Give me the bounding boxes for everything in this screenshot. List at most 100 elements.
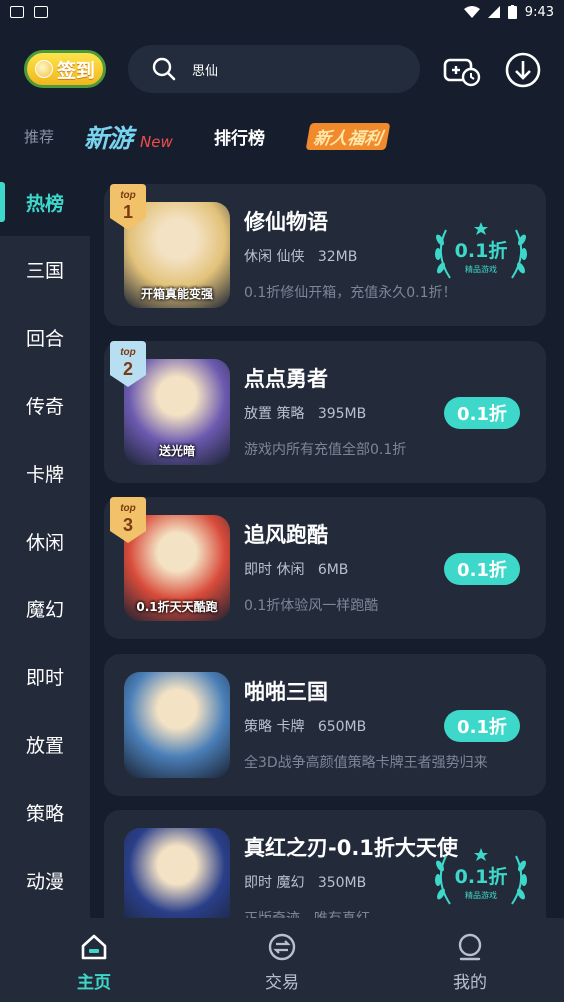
tab-new-games-label: 新游: [84, 124, 133, 153]
thumbnail-caption: 开箱真能变强: [140, 287, 213, 301]
sidebar-item-label: 动漫: [25, 870, 64, 893]
search-icon: [152, 57, 176, 81]
game-card[interactable]: 啪啪三国策略 卡牌 650MB 全3D战争高颜值策略卡牌王者强势归来 0.1折: [104, 654, 546, 796]
sidebar-item[interactable]: 放置: [0, 710, 90, 778]
app-notification-icon: [34, 6, 48, 18]
nav-home[interactable]: 主页: [34, 932, 154, 993]
sidebar-item[interactable]: 回合: [0, 304, 90, 372]
sidebar-item-label: 放置: [25, 734, 64, 757]
discount-value: 0.1折: [457, 717, 507, 738]
game-card[interactable]: 真红之刃-0.1折大天使即时 魔幻 350MB 正版奇迹，唯有真红 0.1折精品游戏: [104, 810, 546, 918]
tab-newbie-benefits[interactable]: 新人福利: [305, 123, 391, 150]
game-description: 0.1折修仙开箱，充值永久0.1折！: [244, 285, 457, 301]
home-icon: [81, 934, 107, 960]
sidebar-item-label: 回合: [25, 328, 64, 351]
sidebar-item-label: 策略: [25, 802, 64, 825]
thumbnail-caption: 0.1折天天酷跑: [136, 600, 218, 614]
tab-new-games[interactable]: 新游 New: [84, 119, 173, 155]
nav-home-label: 主页: [77, 973, 111, 993]
sidebar-item[interactable]: 传奇: [0, 371, 90, 439]
game-card[interactable]: 开箱真能变强 top 1 修仙物语休闲 仙侠 32MB 0.1折修仙开箱，充值永久0.1…: [104, 184, 546, 326]
game-title: 追风跑酷: [244, 523, 328, 547]
discount-pill[interactable]: 0.1折: [444, 397, 520, 429]
discount-pill[interactable]: 0.1折: [444, 710, 520, 742]
sidebar-item-label: 即时: [25, 667, 64, 690]
profile-icon: [458, 933, 482, 961]
active-indicator: [0, 182, 5, 222]
status-time: 9:43: [524, 4, 554, 20]
sidebar-item[interactable]: 策略: [0, 778, 90, 846]
game-size: 32MB: [317, 249, 358, 265]
sidebar-item[interactable]: 休闲: [0, 507, 90, 575]
content-area: 热榜 三国回合传奇卡牌休闲魔幻即时放置策略动漫 开箱真能变强 top 1 修仙物语休闲 …: [0, 168, 564, 918]
sidebar-item[interactable]: 动漫: [0, 846, 90, 914]
rank-top-label: top: [120, 347, 136, 358]
premium-label: 精品游戏: [465, 891, 497, 900]
game-title: 真红之刃-0.1折大天使: [244, 836, 458, 860]
sidebar-item-label: 魔幻: [25, 599, 64, 622]
premium-label: 精品游戏: [465, 265, 497, 274]
download-icon[interactable]: [503, 50, 543, 90]
game-meta: 休闲 仙侠 32MB: [244, 246, 357, 266]
rank-number: 3: [123, 515, 133, 535]
sidebar-item[interactable]: 魔幻: [0, 575, 90, 643]
discount-value: 0.1折: [457, 560, 507, 581]
game-tags: 策略 卡牌: [244, 719, 305, 735]
game-size: 650MB: [317, 719, 367, 735]
sidebar-item[interactable]: 三国: [0, 236, 90, 304]
game-art: [124, 672, 230, 778]
game-title: 啪啪三国: [244, 680, 328, 704]
rank-badge-icon: top1: [110, 184, 146, 230]
nav-trade[interactable]: 交易: [222, 932, 342, 993]
coin-icon: [34, 60, 53, 78]
game-meta: 策略 卡牌 650MB: [244, 716, 366, 736]
game-thumbnail[interactable]: [124, 672, 230, 778]
tab-ranking[interactable]: 排行榜: [214, 124, 265, 149]
game-description: 游戏内所有充值全部0.1折: [244, 442, 407, 458]
tab-new-games-en: New: [140, 133, 173, 151]
game-meta: 即时 魔幻 350MB: [244, 872, 366, 892]
header: 签到 思仙: [0, 44, 564, 96]
discount-pill[interactable]: 0.1折: [444, 553, 520, 585]
game-art: [124, 828, 230, 918]
discount-value: 0.1折: [457, 404, 507, 425]
rank-badge-icon: top3: [110, 497, 146, 543]
game-title: 点点勇者: [244, 367, 328, 391]
bottom-nav: 主页 交易 我的: [0, 918, 564, 1002]
discount-value: 0.1折: [454, 240, 508, 262]
rank-badge-icon: top2: [110, 341, 146, 387]
mail-notification-icon: [10, 6, 24, 18]
search-bar[interactable]: 思仙: [128, 45, 420, 93]
exchange-icon: [268, 933, 296, 961]
game-title: 修仙物语: [244, 210, 328, 234]
top-tabs: 推荐 新游 New 排行榜 新人福利: [0, 118, 564, 158]
rank-top-label: top: [120, 503, 136, 514]
tab-recommend[interactable]: 推荐: [24, 126, 54, 147]
game-thumbnail[interactable]: [124, 828, 230, 918]
game-description: 0.1折体验风一样跑酷: [244, 598, 379, 614]
premium-discount-badge: 0.1折精品游戏: [432, 220, 530, 288]
sidebar-item-label: 休闲: [25, 531, 64, 554]
game-card[interactable]: 送光暗 top 2 点点勇者 放置 策略 395MB 游戏内所有充值全部0.1折 0.1折: [104, 341, 546, 483]
signin-label: 签到: [56, 59, 95, 82]
game-description: 正版奇迹，唯有真红: [244, 908, 370, 918]
game-size: 350MB: [317, 875, 367, 891]
game-history-icon[interactable]: [442, 50, 482, 90]
game-tags: 休闲 仙侠: [244, 249, 305, 265]
nav-profile-label: 我的: [453, 973, 487, 993]
game-card[interactable]: 0.1折天天酷跑 top 3 追风跑酷即时 休闲 6MB 0.1折体验风一样跑酷 0.1折: [104, 497, 546, 639]
game-meta: 即时 休闲 6MB: [244, 559, 348, 579]
rank-number: 2: [123, 359, 133, 379]
premium-discount-badge: 0.1折 精品游戏: [432, 846, 530, 914]
category-sidebar: 热榜 三国回合传奇卡牌休闲魔幻即时放置策略动漫: [0, 168, 90, 918]
sidebar-item-label: 传奇: [25, 395, 64, 418]
game-description: 全3D战争高颜值策略卡牌王者强势归来: [244, 755, 488, 771]
sidebar-item[interactable]: 热榜: [0, 168, 90, 236]
sidebar-item[interactable]: 即时: [0, 643, 90, 711]
signin-button[interactable]: 签到: [24, 50, 106, 88]
signal-icon: [487, 6, 500, 18]
rank-top-label: top: [120, 190, 136, 201]
sidebar-item[interactable]: 卡牌: [0, 439, 90, 507]
nav-profile[interactable]: 我的: [410, 932, 530, 993]
wifi-icon: [463, 6, 480, 18]
